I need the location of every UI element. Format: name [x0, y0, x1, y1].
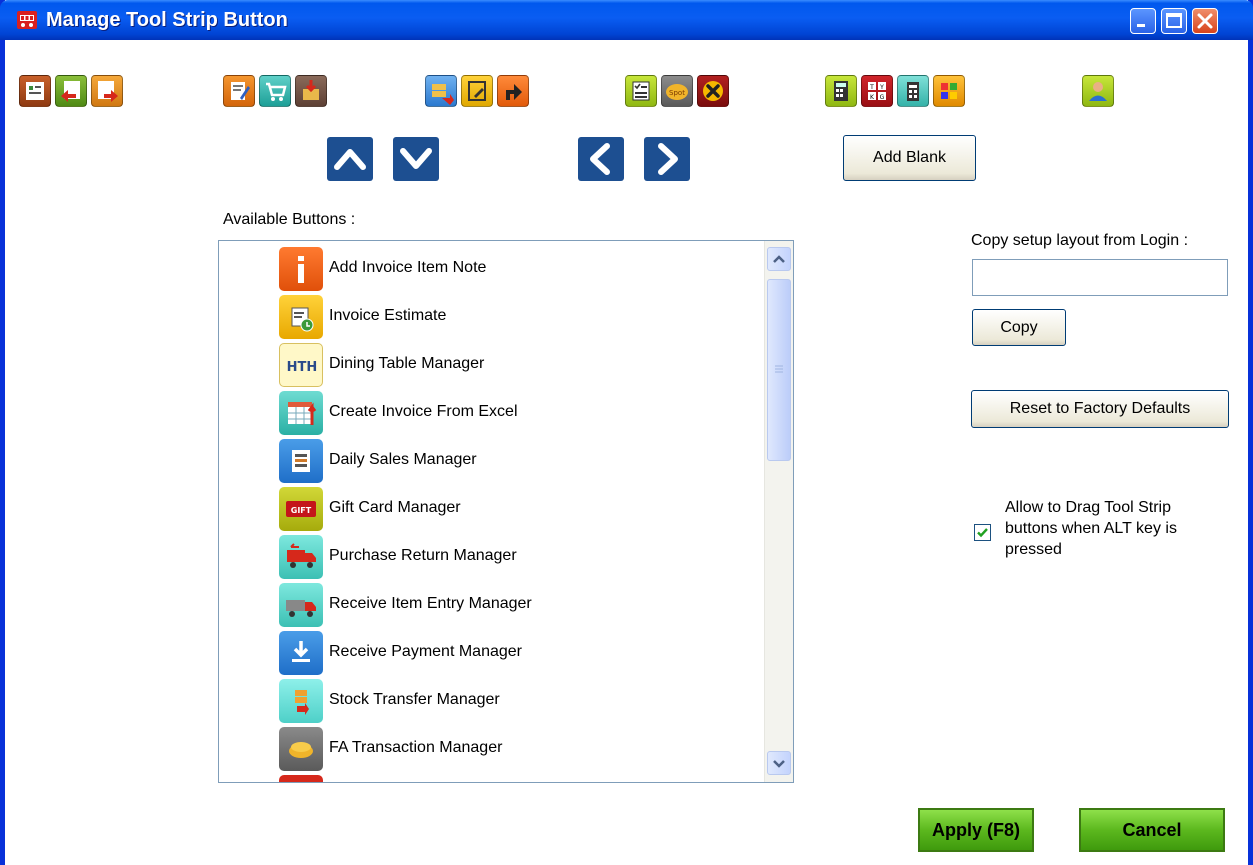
move-up-button[interactable] — [327, 137, 373, 181]
toolstrip-sales-return-icon[interactable] — [55, 75, 87, 107]
receive-item-truck-icon — [279, 583, 323, 627]
minimize-button[interactable] — [1130, 8, 1156, 34]
fa-transaction-icon — [279, 727, 323, 771]
cancel-button[interactable]: Cancel — [1079, 808, 1225, 852]
toolstrip-stock-icon[interactable] — [425, 75, 457, 107]
toolstrip-cancel-icon[interactable] — [697, 75, 729, 107]
list-item[interactable] — [279, 775, 749, 782]
daily-sales-icon — [279, 439, 323, 483]
list-item[interactable]: FA Transaction Manager — [279, 727, 749, 771]
toolstrip-calculator-icon[interactable] — [825, 75, 857, 107]
toolstrip-spot-icon[interactable]: Spot — [661, 75, 693, 107]
copy-button[interactable]: Copy — [972, 309, 1066, 346]
toolstrip-checklist-icon[interactable] — [625, 75, 657, 107]
svg-text:HTH: HTH — [287, 360, 318, 375]
list-item-label: Gift Card Manager — [329, 499, 461, 516]
scroll-down-arrow[interactable] — [767, 751, 791, 775]
copy-login-input[interactable] — [972, 259, 1228, 296]
list-item[interactable]: Create Invoice From Excel — [279, 391, 749, 435]
drag-toolstrip-label: Allow to Drag Tool Strip buttons when AL… — [1005, 497, 1177, 560]
toolstrip-cart-icon[interactable] — [259, 75, 291, 107]
scroll-up-arrow[interactable] — [767, 247, 791, 271]
toolstrip-memo-icon[interactable] — [461, 75, 493, 107]
toolstrip-edit-note-icon[interactable] — [223, 75, 255, 107]
svg-text:G: G — [880, 94, 885, 101]
list-item-label: Dining Table Manager — [329, 355, 485, 372]
toolstrip-export-icon[interactable] — [497, 75, 529, 107]
list-item[interactable]: Daily Sales Manager — [279, 439, 749, 483]
toolstrip-invoice-icon[interactable] — [19, 75, 51, 107]
list-item[interactable]: GIFT Gift Card Manager — [279, 487, 749, 531]
list-scrollbar[interactable] — [764, 241, 793, 782]
window-title: Manage Tool Strip Button — [46, 9, 288, 31]
list-item-label: Create Invoice From Excel — [329, 403, 518, 420]
drag-label-line-3: pressed — [1005, 541, 1062, 558]
info-icon — [279, 247, 323, 291]
drag-label-line-1: Allow to Drag Tool Strip — [1005, 499, 1171, 516]
drag-label-line-2: buttons when ALT key is — [1005, 520, 1177, 537]
svg-text:T: T — [869, 84, 874, 91]
dining-table-icon: HTH — [279, 343, 323, 387]
list-item-label: Daily Sales Manager — [329, 451, 477, 468]
list-item[interactable]: Purchase Return Manager — [279, 535, 749, 579]
close-button[interactable] — [1192, 8, 1218, 34]
move-right-button[interactable] — [644, 137, 690, 181]
list-item[interactable]: Invoice Estimate — [279, 295, 749, 339]
list-item-label: Receive Payment Manager — [329, 643, 522, 660]
scroll-thumb[interactable] — [767, 279, 791, 461]
move-down-button[interactable] — [393, 137, 439, 181]
receive-payment-icon — [279, 631, 323, 675]
toolstrip-unit-converter-icon[interactable]: TYKG — [861, 75, 893, 107]
toolstrip-rs-calculator-icon[interactable] — [897, 75, 929, 107]
purchase-return-icon — [279, 535, 323, 579]
title-bar[interactable]: Manage Tool Strip Button — [0, 0, 1253, 40]
move-left-button[interactable] — [578, 137, 624, 181]
list-item-label: Purchase Return Manager — [329, 547, 517, 564]
svg-text:GIFT: GIFT — [291, 506, 312, 515]
svg-text:Y: Y — [879, 84, 884, 91]
list-item[interactable]: Stock Transfer Manager — [279, 679, 749, 723]
reset-factory-defaults-button[interactable]: Reset to Factory Defaults — [971, 390, 1229, 428]
manage-toolstrip-window: Manage Tool Strip Button Spot T Y K G Ad… — [0, 0, 1253, 865]
stock-transfer-icon — [279, 679, 323, 723]
drag-toolstrip-checkbox[interactable] — [974, 524, 991, 541]
estimate-icon — [279, 295, 323, 339]
list-item-label: Receive Item Entry Manager — [329, 595, 532, 612]
apply-button[interactable]: Apply (F8) — [918, 808, 1034, 852]
list-item[interactable]: Add Invoice Item Note — [279, 247, 749, 291]
excel-invoice-icon — [279, 391, 323, 435]
available-buttons-list[interactable]: Add Invoice Item Note Invoice Estimate H… — [218, 240, 794, 783]
gift-card-icon: GIFT — [279, 487, 323, 531]
list-item[interactable]: Receive Item Entry Manager — [279, 583, 749, 627]
toolstrip-windows-icon[interactable] — [933, 75, 965, 107]
available-buttons-label: Available Buttons : — [223, 211, 356, 228]
list-item-label: FA Transaction Manager — [329, 739, 503, 756]
list-item[interactable]: Receive Payment Manager — [279, 631, 749, 675]
svg-text:Spot: Spot — [669, 89, 685, 97]
toolstrip-purchase-icon[interactable] — [91, 75, 123, 107]
list-item[interactable]: HTH Dining Table Manager — [279, 343, 749, 387]
maximize-button[interactable] — [1161, 8, 1187, 34]
toolstrip-receive-box-icon[interactable] — [295, 75, 327, 107]
list-item-label: Stock Transfer Manager — [329, 691, 500, 708]
list-item-label: Add Invoice Item Note — [329, 259, 487, 276]
add-blank-button[interactable]: Add Blank — [843, 135, 976, 181]
partial-item-icon — [279, 775, 323, 782]
copy-setup-label: Copy setup layout from Login : — [971, 232, 1189, 249]
toolstrip-user-icon[interactable] — [1082, 75, 1114, 107]
list-item-label: Invoice Estimate — [329, 307, 447, 324]
cart-app-icon — [16, 9, 38, 31]
